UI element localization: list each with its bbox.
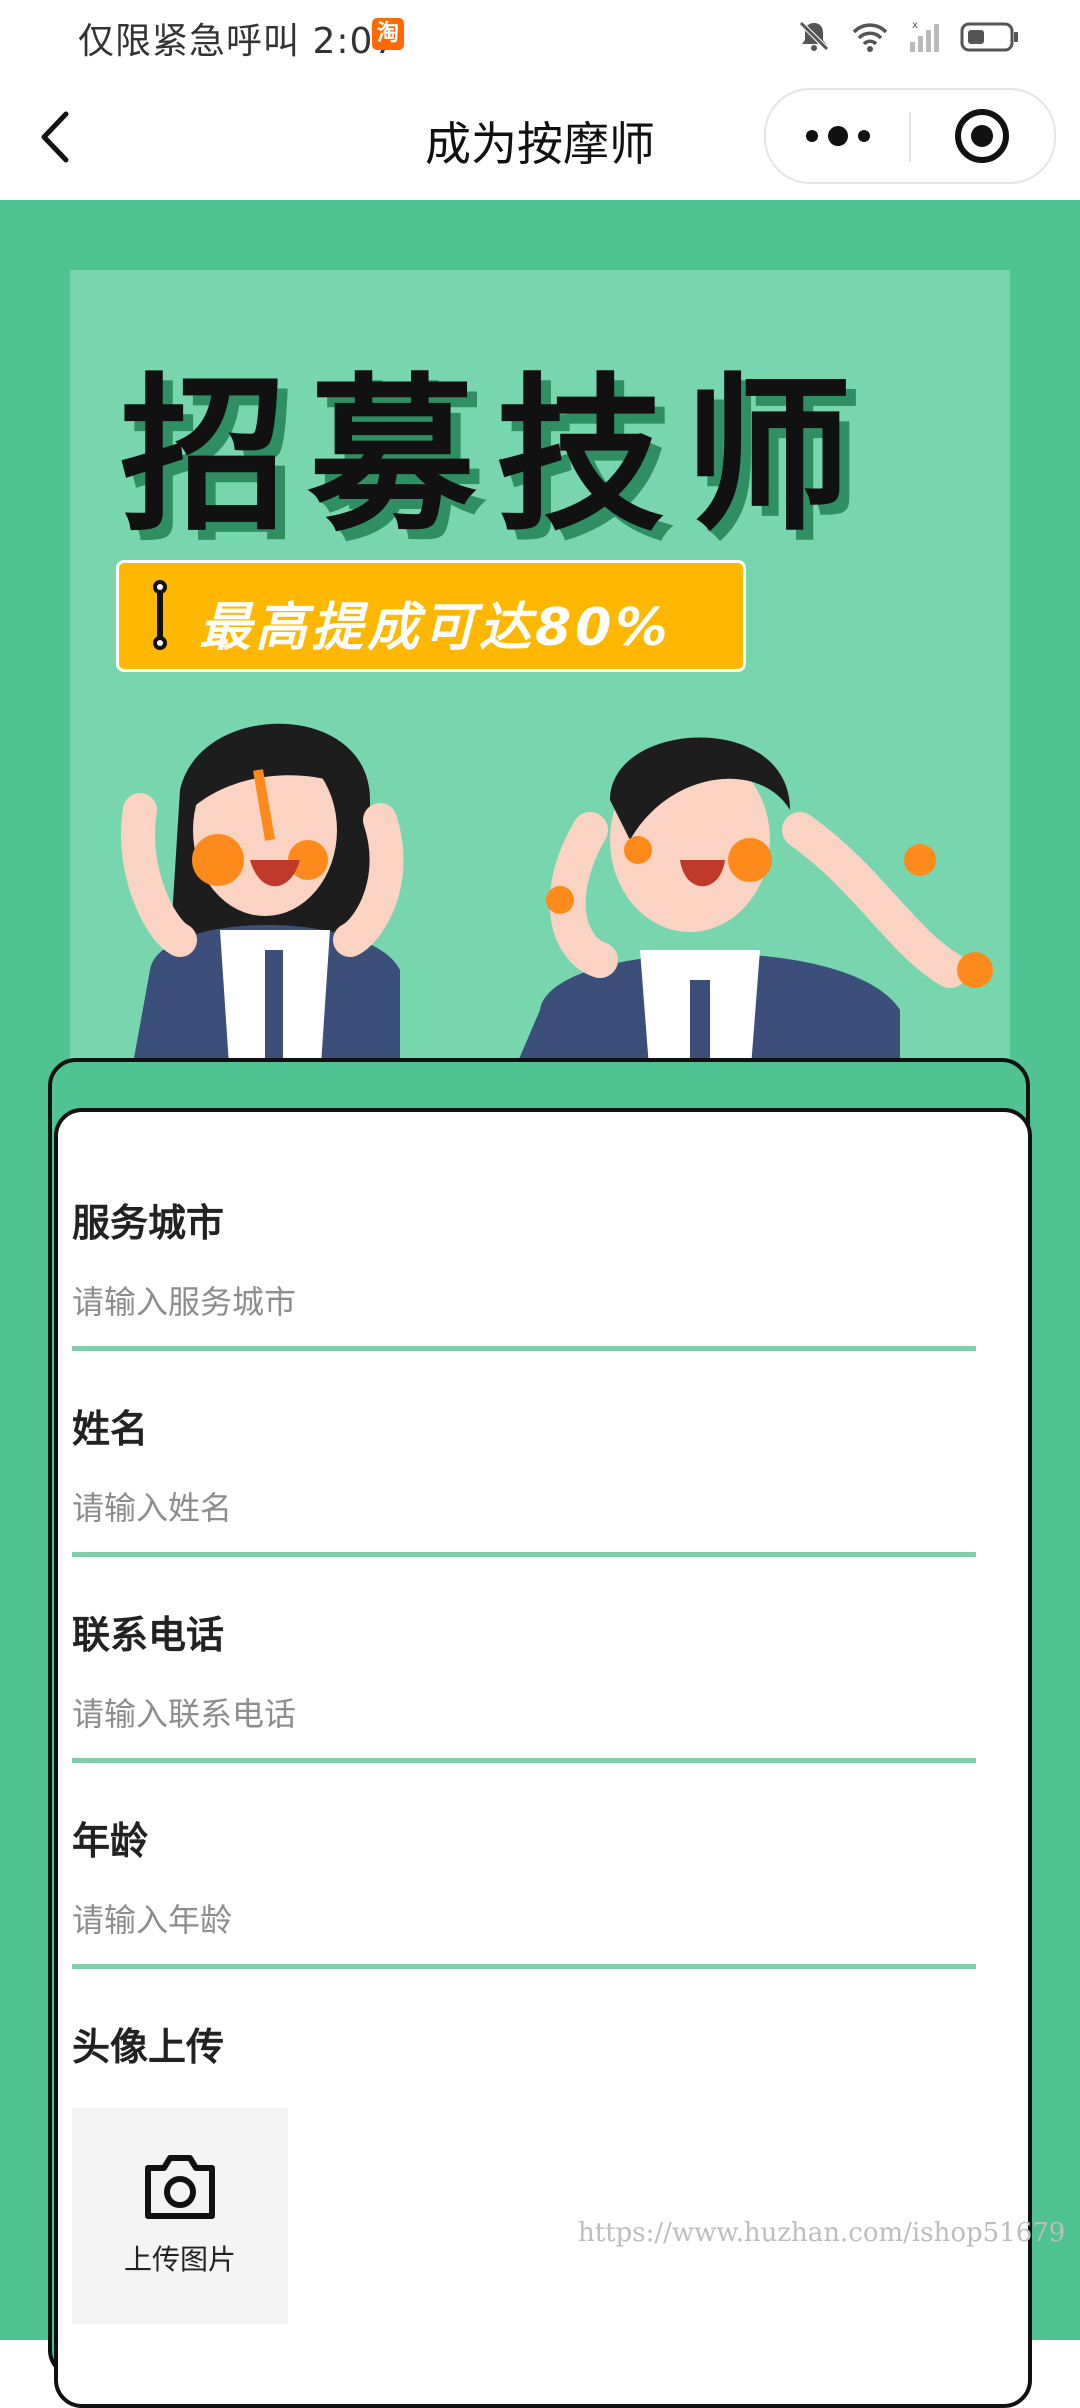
age-input[interactable]: [72, 1890, 972, 1950]
navigation-bar: 成为按摩师: [0, 72, 1080, 200]
close-button[interactable]: [911, 90, 1054, 182]
status-bar: 仅限紧急呼叫 2:07 淘 x: [0, 0, 1080, 72]
status-text: 仅限紧急呼叫 2:07: [78, 21, 398, 62]
name-underline: [72, 1552, 976, 1557]
promo-badge: 最高提成可达80%: [116, 560, 746, 672]
more-button[interactable]: [766, 90, 909, 182]
more-dots-icon: [806, 126, 870, 146]
age-label: 年龄: [72, 1819, 149, 1863]
banner-headline: 招募技师: [120, 358, 872, 554]
taobao-app-icon: 淘: [372, 18, 404, 50]
name-input[interactable]: [72, 1478, 972, 1538]
mini-program-capsule: [764, 88, 1056, 184]
watermark-text: https://www.huzhan.com/ishop51679: [578, 2218, 1066, 2248]
name-label: 姓名: [72, 1407, 149, 1451]
wifi-icon: [852, 23, 888, 52]
battery-icon: [960, 22, 1018, 52]
mute-bell-icon: [799, 21, 829, 51]
service-city-input[interactable]: [72, 1272, 972, 1332]
phone-label: 联系电话: [72, 1613, 225, 1657]
upload-image-label: 上传图片: [123, 2243, 236, 2276]
status-icons: x: [796, 16, 1020, 56]
recruitment-banner: 招募技师 最高提成可达80%: [70, 270, 1010, 1070]
svg-text:x: x: [912, 20, 918, 31]
recruiter-illustration: [121, 723, 993, 1070]
promo-text: 最高提成可达80%: [199, 598, 672, 658]
service-city-label: 服务城市: [72, 1201, 225, 1245]
phone-underline: [72, 1758, 976, 1763]
signal-icon: x: [910, 20, 939, 52]
upload-image-button[interactable]: 上传图片: [72, 2108, 288, 2324]
close-circle-icon: [955, 109, 1009, 163]
avatar-upload-label: 头像上传: [72, 2025, 225, 2069]
age-underline: [72, 1964, 976, 1969]
clip-icon: [153, 580, 167, 650]
camera-icon: [145, 2155, 215, 2219]
service-city-underline: [72, 1346, 976, 1351]
phone-input[interactable]: [72, 1684, 972, 1744]
